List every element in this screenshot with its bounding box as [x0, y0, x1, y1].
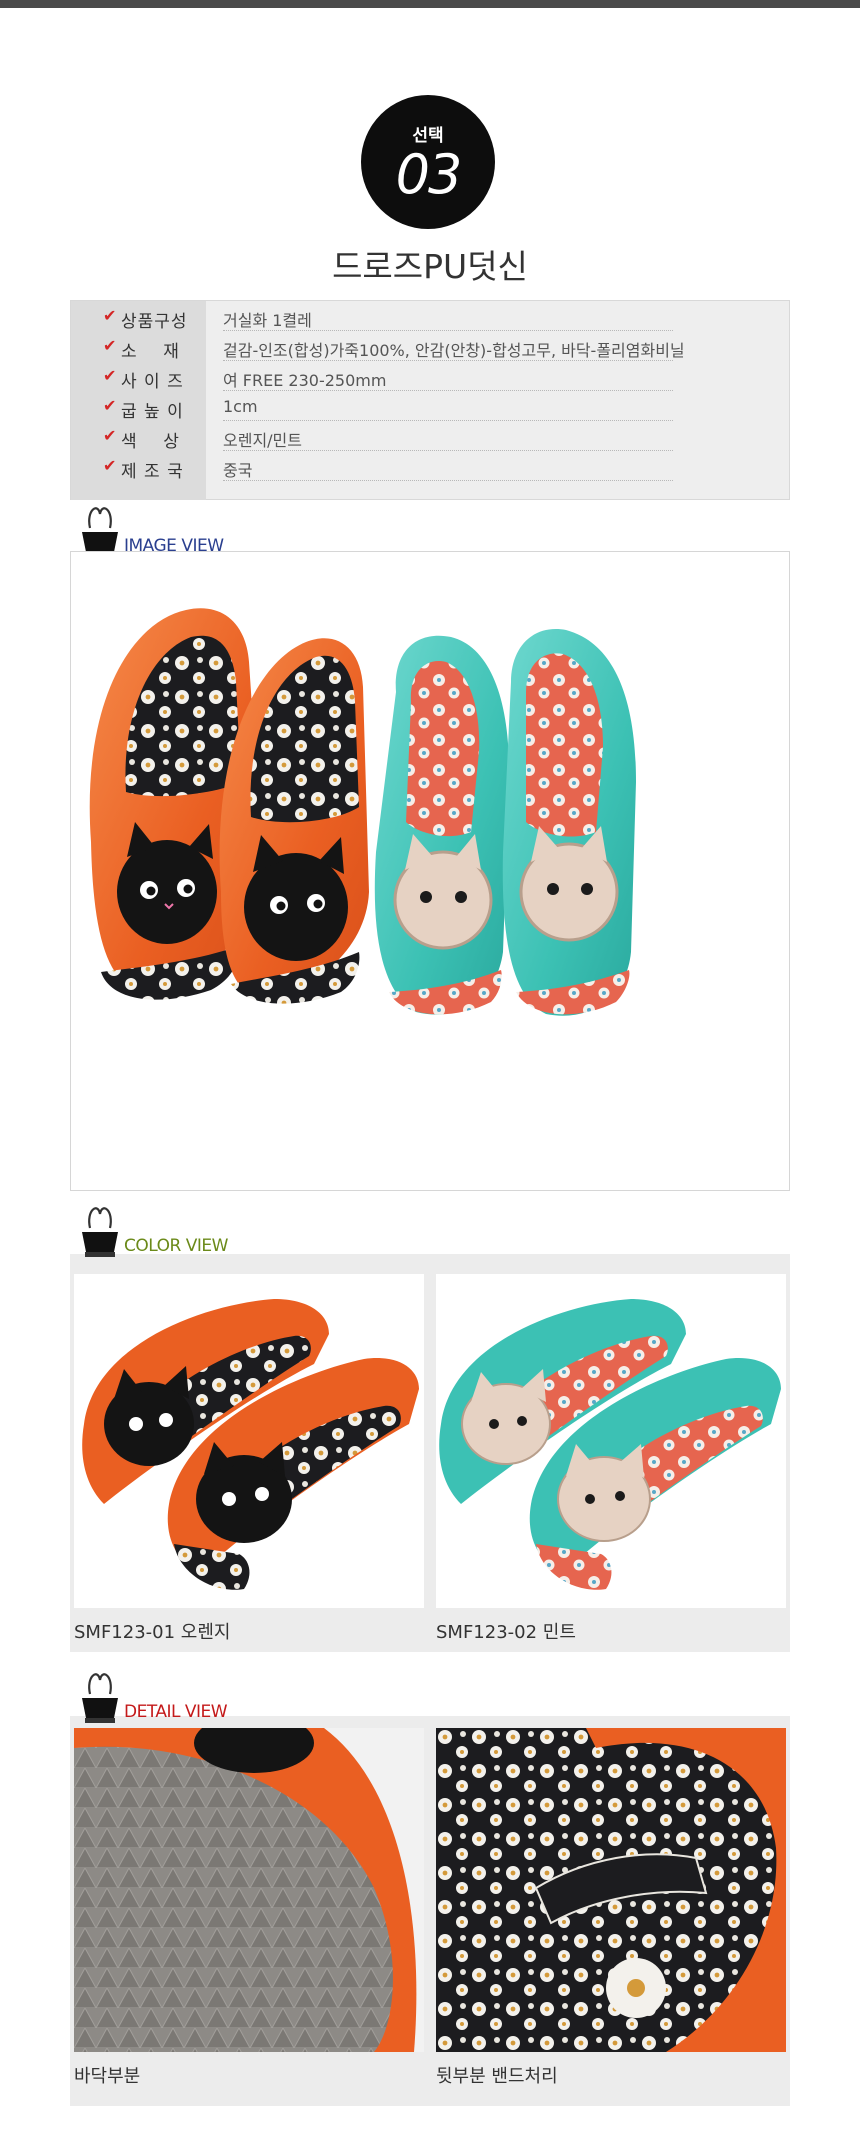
spec-row: ✔ 색 상 오렌지/민트 [71, 421, 791, 452]
color-caption-orange: SMF123-01 오렌지 [74, 1622, 231, 1643]
detail-view-panel: 바닥부분 뒷부분 밴드처리 [70, 1716, 790, 2106]
product-main-image [70, 551, 790, 1191]
spec-value: 겉감-인조(합성)가죽100%, 안감(안창)-합성고무, 바닥-폴리염화비닐 [223, 341, 685, 360]
check-icon: ✔ [103, 426, 117, 445]
spec-label: 사 이 즈 [121, 372, 184, 392]
spec-value: 1cm [223, 397, 258, 416]
badge-number: 03 [395, 143, 463, 206]
check-icon: ✔ [103, 366, 117, 385]
mint-slipper-right [502, 629, 636, 1016]
spec-value: 여 FREE 230-250mm [223, 371, 387, 390]
check-icon: ✔ [103, 456, 117, 475]
binder-clip-icon [82, 1673, 118, 1723]
spec-row: ✔ 상품구성 거실화 1켤레 [71, 301, 791, 332]
option-badge: 선택 03 [361, 95, 495, 229]
spec-row: ✔ 사 이 즈 여 FREE 230-250mm [71, 361, 791, 392]
detail-caption-heel: 뒷부분 밴드처리 [436, 2066, 558, 2087]
color-view-panel: SMF123-01 오렌지 SMF123-02 민트 [70, 1254, 790, 1652]
spec-row: ✔ 소 재 겉감-인조(합성)가죽100%, 안감(안창)-합성고무, 바닥-폴… [71, 331, 791, 362]
mint-slipper-left [374, 635, 510, 1015]
spec-value: 오렌지/민트 [223, 431, 302, 450]
spec-table: ✔ 상품구성 거실화 1켤레 ✔ 소 재 겉감-인조(합성)가죽100%, 안감… [70, 300, 790, 500]
spec-row: ✔ 제 조 국 중국 [71, 451, 791, 500]
spec-value: 중국 [223, 461, 253, 480]
check-icon: ✔ [103, 306, 117, 325]
spec-row: ✔ 굽 높 이 1cm [71, 391, 791, 422]
detail-view-header: DETAIL VIEW [76, 1666, 336, 1726]
top-bar [0, 0, 860, 8]
binder-clip-icon [82, 1207, 118, 1257]
spec-label: 제 조 국 [121, 462, 184, 482]
detail-view-title: DETAIL VIEW [124, 1702, 228, 1722]
detail-photo-sole [74, 1728, 424, 2052]
check-icon: ✔ [103, 396, 117, 415]
check-icon: ✔ [103, 336, 117, 355]
spec-value: 거실화 1켤레 [223, 311, 312, 330]
detail-caption-sole: 바닥부분 [74, 2066, 141, 2087]
color-view-title: COLOR VIEW [124, 1236, 228, 1256]
detail-photo-heel [436, 1728, 786, 2052]
spec-label: 상품구성 [121, 312, 188, 332]
color-photo-orange [74, 1274, 424, 1608]
spec-label: 색 상 [121, 432, 180, 452]
product-title: 드로즈PU덧신 [332, 247, 528, 286]
color-photo-mint [436, 1274, 786, 1608]
color-view-header: COLOR VIEW [76, 1200, 336, 1260]
color-caption-mint: SMF123-02 민트 [436, 1622, 576, 1643]
spec-label: 굽 높 이 [121, 402, 184, 422]
spec-label: 소 재 [121, 342, 180, 362]
